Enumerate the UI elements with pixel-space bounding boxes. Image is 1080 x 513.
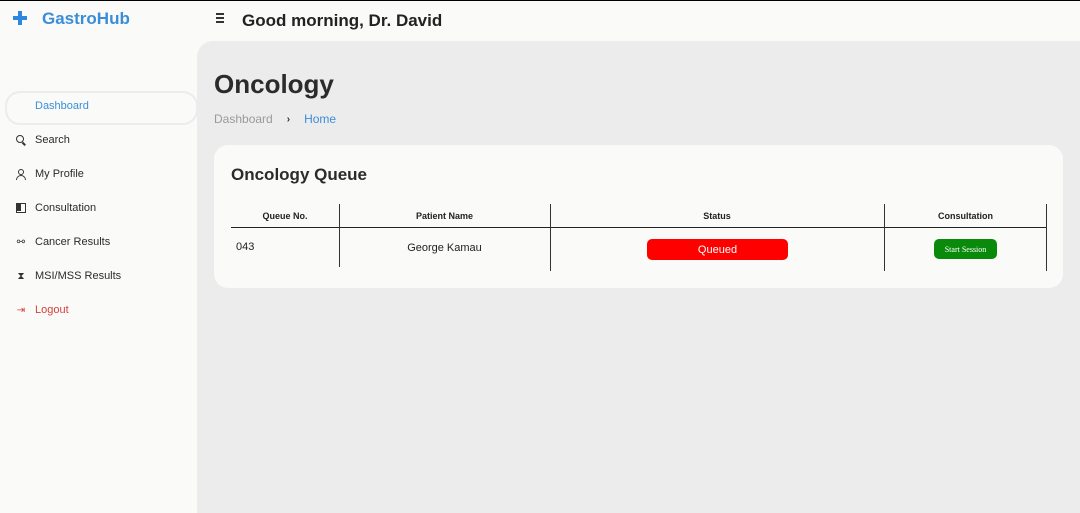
- sidebar-item-label: Consultation: [35, 202, 97, 214]
- column-divider: [1046, 204, 1047, 271]
- patient-name: George Kamau: [407, 242, 482, 254]
- column-divider: [339, 204, 340, 267]
- sidebar-item-cancer-results[interactable]: ⚯ Cancer Results: [0, 225, 197, 259]
- dashboard-icon: [16, 101, 26, 111]
- main-content: Oncology Dashboard › Home Oncology Queue…: [197, 41, 1080, 513]
- sidebar-item-label: Cancer Results: [35, 236, 111, 248]
- column-divider: [884, 204, 885, 271]
- column-divider: [550, 204, 551, 271]
- table-row: 043 George Kamau Queued Start Session: [231, 228, 1047, 270]
- breadcrumb: Dashboard › Home: [214, 112, 336, 126]
- plus-icon: [12, 10, 30, 28]
- sidebar-item-label: Search: [35, 134, 70, 146]
- greeting-text: Good morning, Dr. David: [242, 11, 443, 30]
- sidebar-item-label: Dashboard: [35, 100, 89, 112]
- link-icon: ⚯: [16, 236, 26, 248]
- queue-number: 043: [236, 241, 255, 253]
- breadcrumb-item-dashboard[interactable]: Dashboard: [214, 112, 273, 126]
- card-title: Oncology Queue: [231, 165, 368, 184]
- sidebar-item-dashboard[interactable]: Dashboard: [0, 89, 198, 125]
- breadcrumb-item-home[interactable]: Home: [304, 112, 336, 126]
- status-badge: Queued: [647, 239, 788, 260]
- app-header: GastroHub Good morning, Dr. David: [0, 1, 1080, 41]
- queue-table: Queue No. Patient Name Status Consultati…: [231, 204, 1047, 271]
- search-icon: [16, 135, 26, 145]
- column-header-queue-no: Queue No.: [262, 211, 308, 221]
- column-header-consultation: Consultation: [938, 211, 993, 221]
- page-title: Oncology: [214, 69, 334, 99]
- hamburger-menu-icon[interactable]: [214, 13, 226, 24]
- table-header: Queue No. Patient Name Status Consultati…: [231, 204, 1047, 228]
- brand[interactable]: GastroHub: [12, 9, 130, 29]
- sidebar-item-label: My Profile: [35, 168, 84, 180]
- sidebar-item-logout[interactable]: ⇥ Logout: [0, 293, 197, 327]
- chevron-right-icon: ›: [286, 113, 291, 125]
- consultation-icon: [16, 203, 26, 213]
- sidebar-item-my-profile[interactable]: My Profile: [0, 157, 197, 191]
- column-header-patient-name: Patient Name: [415, 211, 474, 221]
- sidebar-nav: Dashboard Search My Profile Consultation…: [0, 89, 198, 327]
- sidebar-item-label: MSI/MSS Results: [35, 270, 122, 282]
- logout-icon: ⇥: [16, 304, 26, 316]
- column-header-status: Status: [703, 211, 731, 221]
- oncology-queue-card: Oncology Queue Queue No. Patient Name St…: [214, 145, 1063, 288]
- sidebar-item-label: Logout: [35, 304, 69, 316]
- sidebar-item-search[interactable]: Search: [0, 123, 197, 157]
- sidebar: Dashboard Search My Profile Consultation…: [0, 41, 198, 513]
- hourglass-icon: ⧗: [17, 270, 25, 282]
- start-session-button[interactable]: Start Session: [934, 239, 997, 259]
- sidebar-item-consultation[interactable]: Consultation: [0, 191, 197, 225]
- user-icon: [16, 169, 26, 180]
- brand-name: GastroHub: [42, 9, 130, 28]
- sidebar-item-msi-mss-results[interactable]: ⧗ MSI/MSS Results: [0, 259, 197, 293]
